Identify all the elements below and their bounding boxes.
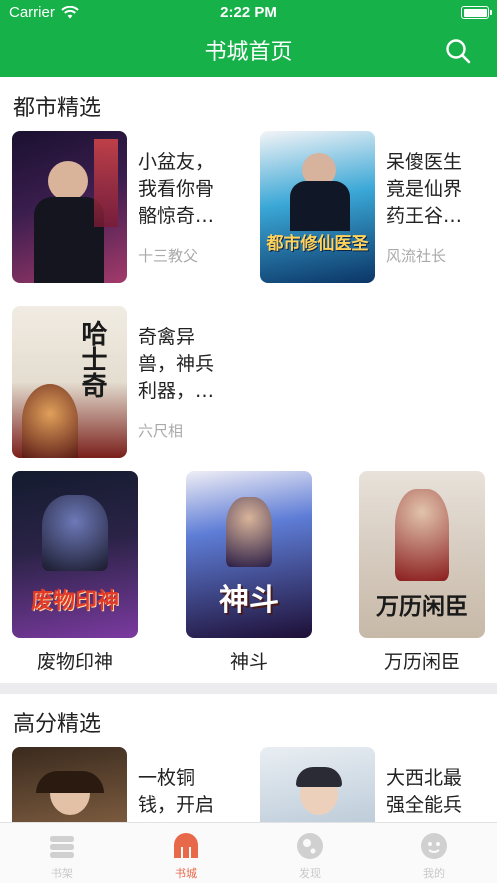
featured-book[interactable]: 废物印神 废物印神 bbox=[12, 471, 138, 674]
book-card[interactable]: 小盆友，我看你骨骼惊奇… 十三教父 bbox=[12, 131, 252, 286]
section-divider bbox=[0, 683, 497, 694]
book-title[interactable]: 小盆友，我看你骨骼惊奇… bbox=[138, 149, 230, 231]
cover-title: 神斗 bbox=[219, 583, 279, 618]
featured-book-title[interactable]: 废物印神 bbox=[12, 647, 138, 674]
featured-book[interactable]: 万历闲臣 万历闲臣 bbox=[359, 471, 485, 674]
book-author: 风流社长 bbox=[386, 247, 447, 265]
book-title[interactable]: 奇禽异兽，神兵利器，… bbox=[138, 324, 230, 406]
book-cover[interactable]: 都市修仙医圣 bbox=[260, 131, 375, 283]
book-cover[interactable] bbox=[12, 131, 127, 283]
tab-bookstore[interactable]: 书城 bbox=[124, 823, 248, 883]
book-title[interactable]: 呆傻医生竟是仙界药王谷… bbox=[386, 149, 478, 231]
section-title-top-rated: 高分精选 bbox=[13, 712, 102, 737]
tab-bookshelf[interactable]: 书架 bbox=[0, 823, 124, 883]
cover-title: 万历闲臣 bbox=[376, 594, 468, 620]
cover-title: 废物印神 bbox=[30, 589, 119, 614]
page-title: 书城首页 bbox=[204, 40, 293, 65]
battery-icon bbox=[461, 6, 492, 19]
profile-icon bbox=[421, 833, 447, 859]
search-icon[interactable] bbox=[445, 38, 471, 64]
cover-title: 哈士奇 bbox=[77, 320, 107, 398]
section-title-urban: 都市精选 bbox=[13, 96, 102, 121]
book-cover[interactable]: 哈士奇 bbox=[12, 306, 127, 458]
tab-discover[interactable]: 发现 bbox=[248, 823, 372, 883]
tab-label: 发现 bbox=[299, 867, 321, 880]
tab-bar: 书架 书城 发现 我的 bbox=[0, 822, 497, 883]
nav-bar: Carrier 2:22 PM 书城首页 bbox=[0, 0, 497, 77]
status-time: 2:22 PM bbox=[220, 4, 277, 21]
book-card[interactable]: 都市修仙医圣 呆傻医生竟是仙界药王谷… 风流社长 bbox=[260, 131, 497, 286]
featured-book-title[interactable]: 万历闲臣 bbox=[359, 647, 485, 674]
tab-label: 书架 bbox=[51, 867, 73, 880]
featured-book[interactable]: 神斗 神斗 bbox=[186, 471, 312, 674]
bookstore-icon bbox=[174, 833, 198, 858]
book-cover[interactable]: 废物印神 bbox=[12, 471, 138, 638]
featured-book-title[interactable]: 神斗 bbox=[186, 647, 312, 674]
discover-icon bbox=[297, 833, 323, 859]
status-bar: Carrier 2:22 PM bbox=[0, 0, 497, 26]
book-cover[interactable]: 万历闲臣 bbox=[359, 471, 485, 638]
bookshelf-icon bbox=[50, 836, 74, 858]
tab-label: 书城 bbox=[175, 867, 197, 880]
book-cover[interactable]: 神斗 bbox=[186, 471, 312, 638]
tab-profile[interactable]: 我的 bbox=[372, 823, 496, 883]
book-author: 六尺相 bbox=[138, 422, 184, 440]
book-author: 十三教父 bbox=[138, 247, 199, 265]
cover-title: 都市修仙医圣 bbox=[266, 234, 369, 254]
book-card[interactable]: 哈士奇 奇禽异兽，神兵利器，… 六尺相 bbox=[12, 306, 252, 461]
tab-label: 我的 bbox=[423, 867, 445, 880]
